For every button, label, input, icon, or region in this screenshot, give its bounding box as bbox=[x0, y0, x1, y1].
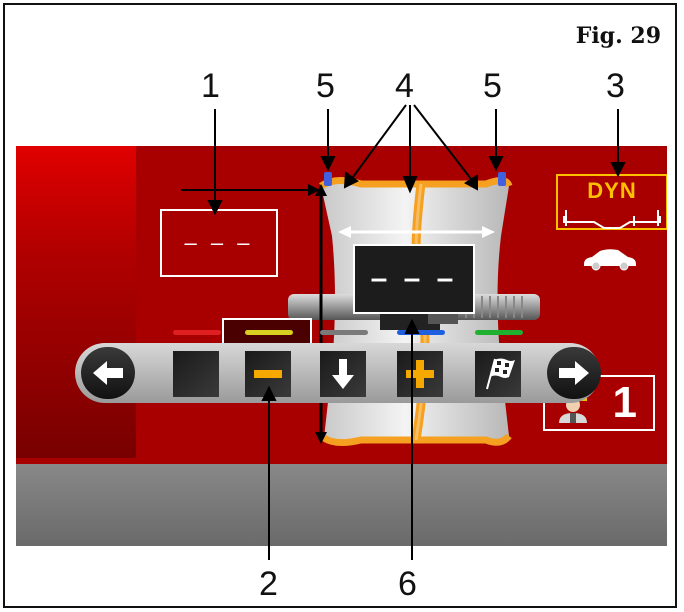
checkered-flag-icon bbox=[486, 358, 515, 390]
rim-profile-icon bbox=[563, 210, 661, 229]
down-button[interactable] bbox=[320, 351, 366, 397]
callout-3: 3 bbox=[606, 67, 625, 105]
forward-button[interactable] bbox=[547, 347, 601, 399]
callout-6: 6 bbox=[398, 565, 417, 603]
arrow-right-icon bbox=[559, 361, 589, 385]
balancing-mode-label: DYN bbox=[587, 178, 637, 203]
led-red bbox=[173, 330, 221, 335]
back-button[interactable] bbox=[81, 347, 135, 399]
led-gray bbox=[320, 330, 368, 335]
callout-5-right: 5 bbox=[483, 67, 502, 105]
arrow-left-icon bbox=[93, 361, 123, 385]
callout-1: 1 bbox=[201, 67, 220, 105]
plus-button[interactable] bbox=[397, 351, 443, 397]
callout-5-left: 5 bbox=[316, 67, 335, 105]
led-green bbox=[475, 330, 523, 335]
vehicle-type-icon[interactable] bbox=[580, 246, 640, 272]
blank-button[interactable] bbox=[173, 351, 219, 397]
callout-2: 2 bbox=[259, 565, 278, 603]
figure-frame: Fig. 29 1 5 4 5 3 2 6 – – – – – – DYN 1 bbox=[3, 3, 677, 608]
minus-button[interactable] bbox=[245, 351, 291, 397]
plus-icon bbox=[406, 360, 434, 388]
arrow-down-icon bbox=[332, 359, 354, 389]
led-yellow bbox=[245, 330, 293, 335]
width-field[interactable]: – – – bbox=[353, 244, 475, 314]
minus-icon bbox=[254, 370, 282, 378]
callout-4: 4 bbox=[395, 67, 414, 105]
figure-label: Fig. 29 bbox=[575, 23, 661, 49]
finish-button[interactable] bbox=[475, 351, 521, 397]
toolbar-background bbox=[16, 464, 667, 546]
distance-field[interactable]: – – – bbox=[160, 209, 278, 277]
balancing-mode-indicator[interactable]: DYN bbox=[556, 174, 667, 230]
operator-number: 1 bbox=[612, 378, 637, 427]
led-blue bbox=[397, 330, 445, 335]
width-value: – – – bbox=[370, 262, 458, 295]
distance-value: – – – bbox=[184, 230, 254, 255]
